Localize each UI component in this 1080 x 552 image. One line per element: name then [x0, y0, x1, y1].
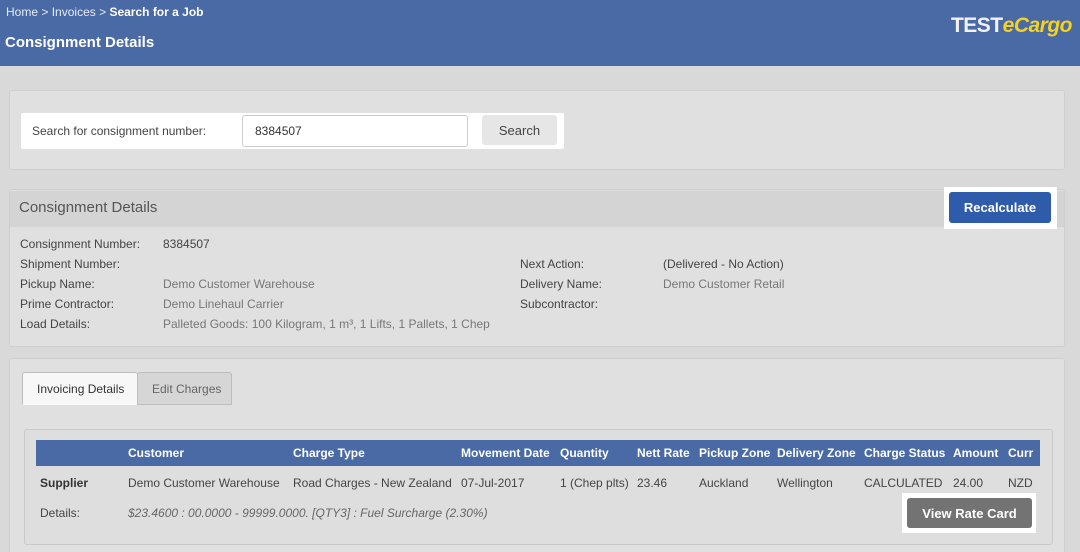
prime-contractor-label: Prime Contractor: [20, 297, 115, 311]
tab-invoicing-details[interactable]: Invoicing Details [22, 372, 138, 405]
row-pickup-zone: Auckland [699, 476, 749, 490]
recalculate-button[interactable]: Recalculate [949, 192, 1051, 223]
logo-test: TEST [950, 14, 1003, 37]
rate-card-highlight: View Rate Card [902, 493, 1036, 533]
row-amount: 24.00 [953, 476, 984, 490]
column-header-currency: Curr [1008, 446, 1034, 460]
app-header: Home > Invoices > Search for a Job Consi… [0, 0, 1080, 66]
table-header: Customer Charge Type Movement Date Quant… [36, 440, 1040, 466]
shipment-number-label: Shipment Number: [20, 257, 121, 271]
load-details-value: Palleted Goods: 100 Kilogram, 1 m³, 1 Li… [163, 317, 490, 331]
details-section-title: Consignment Details [19, 199, 158, 216]
column-header-customer: Customer [128, 446, 185, 460]
consignment-number-value: 8384507 [163, 237, 210, 251]
consignment-search-input[interactable] [242, 115, 468, 147]
search-label: Search for consignment number: [32, 124, 207, 138]
app-logo: TESTeCargo [950, 14, 1073, 38]
subcontractor-label: Subcontractor: [520, 297, 599, 311]
search-box: Search for consignment number: Search [21, 113, 564, 149]
row-nett-rate: 23.46 [637, 476, 668, 490]
column-header-amount: Amount [953, 446, 999, 460]
column-header-quantity: Quantity [560, 446, 609, 460]
column-header-charge-type: Charge Type [293, 446, 365, 460]
search-button[interactable]: Search [482, 115, 557, 145]
row-currency: NZD [1008, 476, 1033, 490]
delivery-name-value: Demo Customer Retail [663, 277, 785, 291]
row-charge-type: Road Charges - New Zealand [293, 476, 452, 490]
row-party: Supplier [40, 476, 89, 490]
view-rate-card-button[interactable]: View Rate Card [907, 498, 1032, 528]
consignment-number-label: Consignment Number: [20, 237, 141, 251]
pickup-name-value: Demo Customer Warehouse [163, 277, 315, 291]
row-details-text: $23.4600 : 00.0000 - 99999.0000. [QTY3] … [128, 506, 488, 520]
row-movement-date: 07-Jul-2017 [461, 476, 525, 490]
row-quantity: 1 (Chep plts) [560, 476, 629, 490]
load-details-label: Load Details: [20, 317, 91, 331]
column-header-pickup-zone: Pickup Zone [699, 446, 771, 460]
tab-edit-charges[interactable]: Edit Charges [137, 372, 232, 405]
breadcrumb-invoices[interactable]: Invoices [52, 5, 96, 19]
details-header: Consignment Details [10, 191, 1064, 227]
breadcrumb-separator: > [41, 5, 49, 19]
pickup-name-label: Pickup Name: [20, 277, 95, 291]
prime-contractor-value: Demo Linehaul Carrier [163, 297, 284, 311]
next-action-value: (Delivered - No Action) [663, 257, 784, 271]
page-title: Consignment Details [5, 34, 155, 51]
row-details-label: Details: [40, 506, 81, 520]
breadcrumb-separator: > [99, 5, 107, 19]
breadcrumb: Home > Invoices > Search for a Job [6, 5, 203, 19]
logo-ecargo: eCargo [1002, 14, 1073, 37]
recalculate-highlight: Recalculate [944, 187, 1057, 229]
breadcrumb-home[interactable]: Home [6, 5, 38, 19]
breadcrumb-current: Search for a Job [109, 5, 204, 19]
column-header-movement-date: Movement Date [461, 446, 550, 460]
next-action-label: Next Action: [520, 257, 585, 271]
row-charge-status: CALCULATED [864, 476, 943, 490]
column-header-charge-status: Charge Status [864, 446, 946, 460]
row-delivery-zone: Wellington [777, 476, 833, 490]
row-customer: Demo Customer Warehouse [128, 476, 280, 490]
delivery-name-label: Delivery Name: [520, 277, 603, 291]
column-header-delivery-zone: Delivery Zone [777, 446, 856, 460]
column-header-nett-rate: Nett Rate [637, 446, 690, 460]
